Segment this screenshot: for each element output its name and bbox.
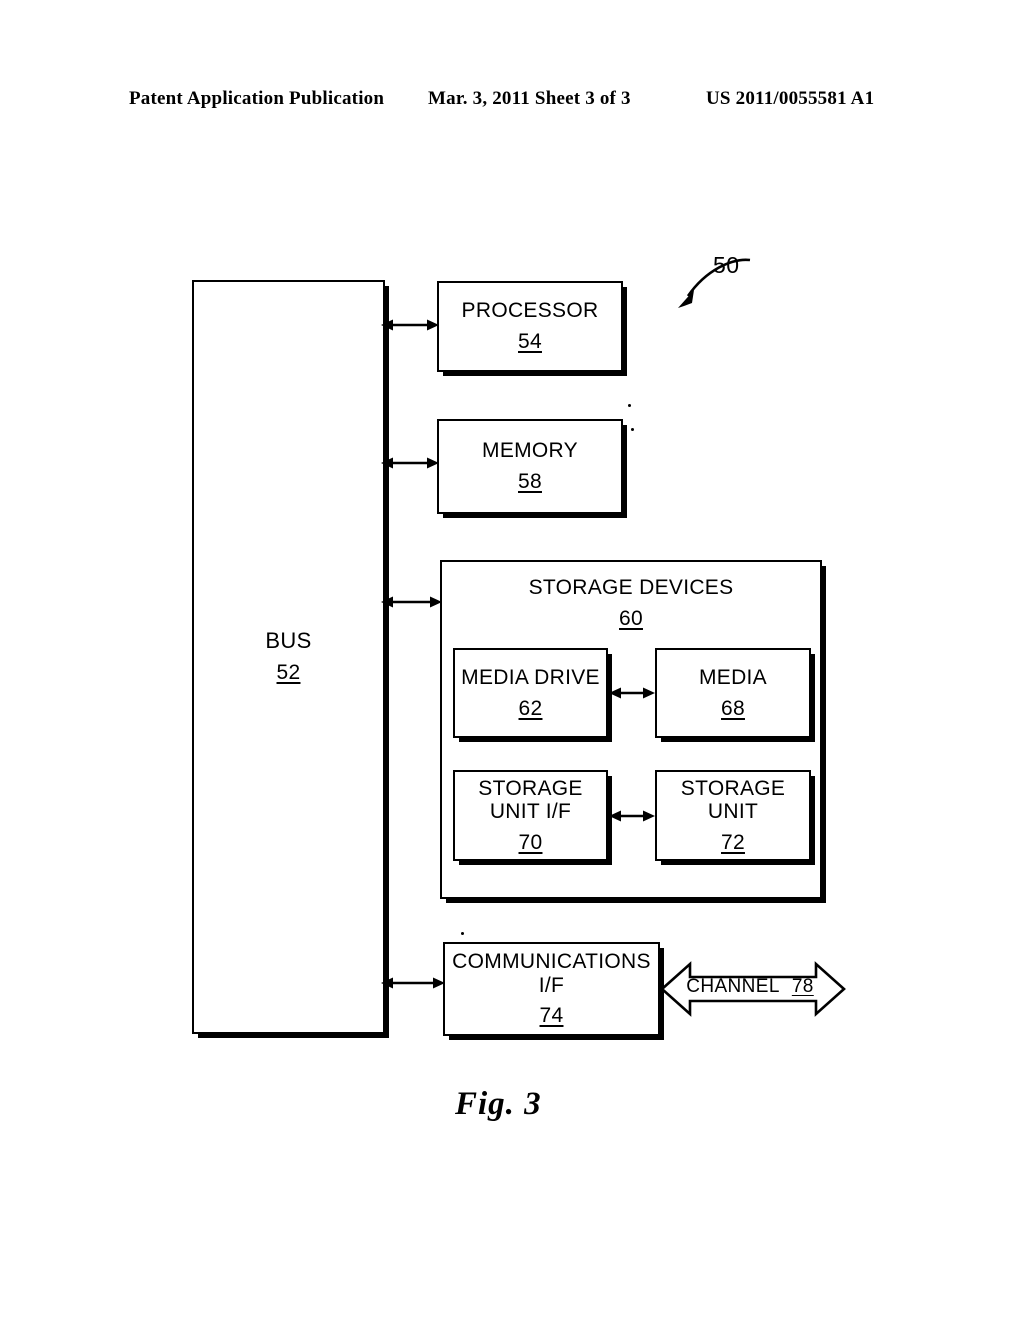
media-drive-number: 62 (518, 696, 543, 720)
memory-block: MEMORY 58 (437, 419, 623, 514)
memory-number: 58 (518, 470, 542, 493)
media-drive-label: MEDIA DRIVE (461, 665, 600, 689)
storage-unit-number: 72 (721, 830, 745, 854)
communications-if-number: 74 (539, 1004, 564, 1028)
bus-to-memory-arrow (381, 457, 439, 469)
bus-to-processor-arrow (381, 319, 439, 331)
storage-unit-if-to-storage-unit-arrow (609, 810, 655, 822)
page-header: Patent Application Publication Mar. 3, 2… (0, 88, 1024, 116)
scan-speck (631, 428, 634, 431)
scan-speck (461, 932, 464, 935)
bus-to-storage-devices-arrow (381, 596, 442, 608)
storage-devices-number: 60 (619, 606, 643, 630)
channel-number: 78 (791, 976, 814, 997)
processor-block: PROCESSOR 54 (437, 281, 623, 372)
bus-to-communications-if-arrow (381, 977, 445, 989)
processor-number: 54 (518, 330, 542, 353)
storage-unit-if-block: STORAGE UNIT I/F 70 (453, 770, 608, 861)
header-date-sheet: Mar. 3, 2011 Sheet 3 of 3 (428, 88, 631, 109)
storage-unit-if-number: 70 (518, 830, 543, 854)
media-label: MEDIA (698, 665, 767, 689)
bus-number: 52 (276, 661, 301, 685)
media-drive-block: MEDIA DRIVE 62 (453, 648, 608, 738)
reference-numeral-50: 50 (713, 252, 740, 278)
header-publication-type: Patent Application Publication (129, 88, 385, 109)
media-block: MEDIA 68 (655, 648, 811, 738)
media-number: 68 (721, 696, 745, 720)
bus-label: BUS (265, 628, 312, 654)
communications-if-label: COMMUNICATIONS I/F (452, 950, 651, 997)
storage-unit-block: STORAGE UNIT 72 (655, 770, 811, 861)
figure-caption: Fig. 3 (455, 1086, 542, 1122)
storage-unit-if-label: STORAGE UNIT I/F (478, 776, 583, 824)
storage-devices-label: STORAGE DEVICES (528, 576, 734, 599)
scan-speck (628, 404, 631, 407)
communications-if-block: COMMUNICATIONS I/F 74 (443, 942, 660, 1036)
media-drive-to-media-arrow (609, 687, 655, 699)
storage-unit-label: STORAGE UNIT (680, 776, 786, 824)
channel-label-group: CHANNEL 78 (680, 976, 820, 998)
memory-label: MEMORY (482, 439, 578, 463)
header-publication-number: US 2011/0055581 A1 (706, 88, 875, 109)
bus-block: BUS 52 (192, 280, 385, 1034)
channel-label: CHANNEL (686, 976, 780, 997)
processor-label: PROCESSOR (461, 299, 599, 323)
